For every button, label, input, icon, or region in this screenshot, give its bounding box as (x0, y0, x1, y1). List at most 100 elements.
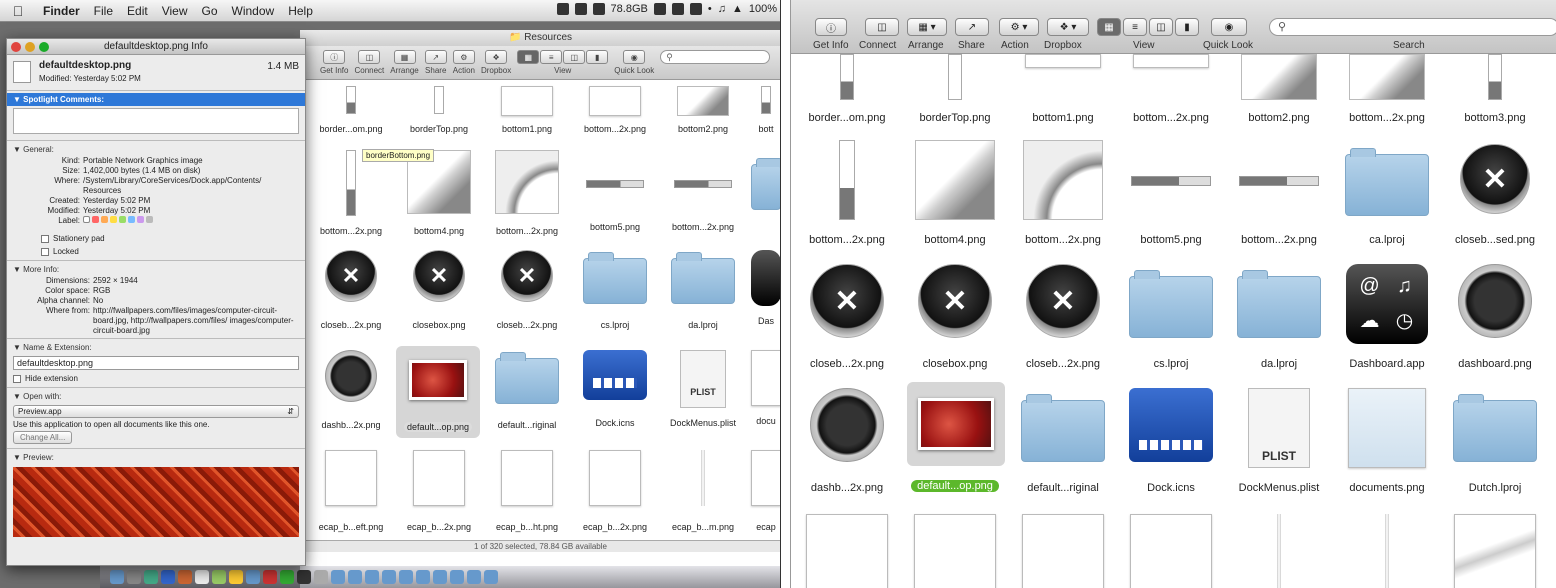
wifi-icon[interactable]: ▲ (732, 3, 743, 15)
menu-window[interactable]: Window (225, 4, 282, 18)
spotlight-header[interactable]: ▼ Spotlight Comments: (7, 93, 305, 106)
dock-app-icon[interactable] (161, 570, 175, 584)
column-view-icon[interactable]: ◫ (1149, 18, 1173, 36)
battery-level[interactable]: 100% (749, 3, 777, 15)
file-item[interactable]: dashb...2x.png (793, 388, 901, 494)
menu-extra-icon[interactable] (574, 3, 587, 15)
dock-app-icon[interactable] (416, 570, 430, 584)
file-item[interactable] (1117, 514, 1225, 588)
hide-extension-checkbox[interactable]: Hide extension (13, 372, 299, 385)
file-item[interactable]: border...om.png (306, 86, 396, 134)
file-item[interactable] (1225, 514, 1333, 588)
preview-header[interactable]: ▼ Preview: (13, 451, 299, 464)
label-swatch[interactable] (92, 216, 99, 223)
toolbar-view[interactable]: ▦ ≡ ◫ ▮ View (517, 50, 609, 75)
menu-extra-icon[interactable] (653, 3, 666, 15)
file-item[interactable]: ✕ closeb...sed.png (1441, 140, 1549, 246)
label-swatch[interactable] (128, 216, 135, 223)
label-swatch[interactable] (101, 216, 108, 223)
icon-view-icon[interactable]: ▦ (517, 50, 540, 64)
file-item[interactable]: bottom3.png (1441, 54, 1549, 124)
volume-icon[interactable]: ♫ (718, 3, 726, 15)
file-item[interactable]: bottom...2x.png (482, 150, 572, 236)
file-item[interactable]: cs.lproj (570, 250, 660, 330)
file-item[interactable]: ecap_b...2x.png (394, 450, 484, 532)
dock-app-icon[interactable] (399, 570, 413, 584)
file-item[interactable]: dashboard.png (1441, 264, 1549, 370)
file-item[interactable]: Dock.icns (1117, 388, 1225, 494)
icon-view-icon[interactable]: ▦ (1097, 18, 1121, 36)
column-view-icon[interactable]: ◫ (563, 50, 586, 64)
file-item[interactable]: bottom...2x.png (793, 140, 901, 246)
file-item[interactable]: Das (746, 250, 780, 326)
file-item[interactable]: Dutch.lproj (1441, 388, 1549, 494)
dock-app-icon[interactable] (229, 570, 243, 584)
file-item[interactable]: bott (746, 86, 780, 134)
file-item[interactable] (1333, 514, 1441, 588)
file-item[interactable]: bottom2.png (1225, 54, 1333, 124)
file-item[interactable]: bottom...2x.png (1117, 54, 1225, 124)
toolbar-arrange[interactable]: ▦ Arrange (390, 50, 419, 75)
file-item[interactable]: ecap_b...ht.png (482, 450, 572, 532)
file-item[interactable]: bottom2.png (658, 86, 748, 134)
file-item[interactable]: bottom4.png (901, 140, 1009, 246)
gear-icon[interactable]: ⚙ ▾ (999, 18, 1039, 36)
file-item[interactable] (793, 514, 901, 588)
dock-app-icon[interactable] (365, 570, 379, 584)
file-item[interactable]: bottom...2x.png (1009, 140, 1117, 246)
file-item[interactable]: ecap (746, 450, 780, 532)
label-swatch[interactable] (110, 216, 117, 223)
disk-space[interactable]: 78.8GB (611, 3, 648, 15)
no-label-swatch[interactable] (83, 216, 90, 223)
list-view-icon[interactable]: ≡ (540, 50, 563, 64)
open-with-select[interactable]: Preview.app ⇵ (13, 405, 299, 418)
dock-app-icon[interactable] (178, 570, 192, 584)
file-item[interactable]: bottom4.png (394, 150, 484, 236)
close-window-icon[interactable] (11, 42, 21, 52)
file-item[interactable]: ✕ closebox.png (901, 264, 1009, 370)
file-item[interactable]: bottom1.png (1009, 54, 1117, 124)
file-item[interactable]: ecap_b...2x.png (570, 450, 660, 532)
file-item-selected[interactable]: default...op.png (396, 346, 480, 438)
dock-app-icon[interactable] (144, 570, 158, 584)
dock-app-icon[interactable] (348, 570, 362, 584)
file-item[interactable]: bottom...2x.png (658, 150, 748, 232)
file-item[interactable]: bottom...2x.png (1225, 140, 1333, 246)
dock-app-icon[interactable] (433, 570, 447, 584)
file-item[interactable]: borderTop.png (901, 54, 1009, 124)
coverflow-view-icon[interactable]: ▮ (586, 50, 609, 64)
menu-file[interactable]: File (87, 4, 120, 18)
dock-app-icon[interactable] (297, 570, 311, 584)
file-item[interactable]: bottom...2x.png (570, 86, 660, 134)
dock-app-icon[interactable] (212, 570, 226, 584)
more-info-header[interactable]: ▼ More Info: (13, 263, 299, 276)
dock-app-icon[interactable] (263, 570, 277, 584)
dock-app-icon[interactable] (246, 570, 260, 584)
dock-app-icon[interactable] (314, 570, 328, 584)
toolbar-get-info[interactable]: ⓘ Get Info (320, 50, 348, 75)
dock-app-icon[interactable] (110, 570, 124, 584)
file-item[interactable]: default...riginal (482, 350, 572, 430)
file-item[interactable]: PLIST DockMenus.plist (658, 350, 748, 428)
dock-app-icon[interactable] (484, 570, 498, 584)
dock-app-icon[interactable] (280, 570, 294, 584)
file-item[interactable]: ✕ closeb...2x.png (793, 264, 901, 370)
open-with-header[interactable]: ▼ Open with: (13, 390, 299, 403)
name-field[interactable]: defaultdesktop.png (13, 356, 299, 370)
menu-extra-icon[interactable] (671, 3, 684, 15)
file-item[interactable]: da.lproj (658, 250, 748, 330)
file-item[interactable]: border...om.png (793, 54, 901, 124)
file-item[interactable]: ecap_b...m.png (658, 450, 748, 532)
file-item[interactable]: Dock.icns (570, 350, 660, 428)
file-label-selected[interactable]: default...op.png (911, 480, 999, 492)
zoom-window-icon[interactable] (39, 42, 49, 52)
file-item[interactable]: @ ♫ ☁ ◷ Dashboard.app (1333, 264, 1441, 370)
menu-edit[interactable]: Edit (120, 4, 155, 18)
minimize-window-icon[interactable] (25, 42, 35, 52)
dropbox-icon[interactable]: ❖ ▾ (1047, 18, 1089, 36)
file-item[interactable]: ✕ closeb...2x.png (482, 250, 572, 330)
file-item[interactable] (1441, 514, 1549, 588)
file-item[interactable]: bottom5.png (570, 150, 660, 232)
file-item[interactable]: bottom...2x.png (1333, 54, 1441, 124)
file-item[interactable]: docu (746, 350, 780, 426)
